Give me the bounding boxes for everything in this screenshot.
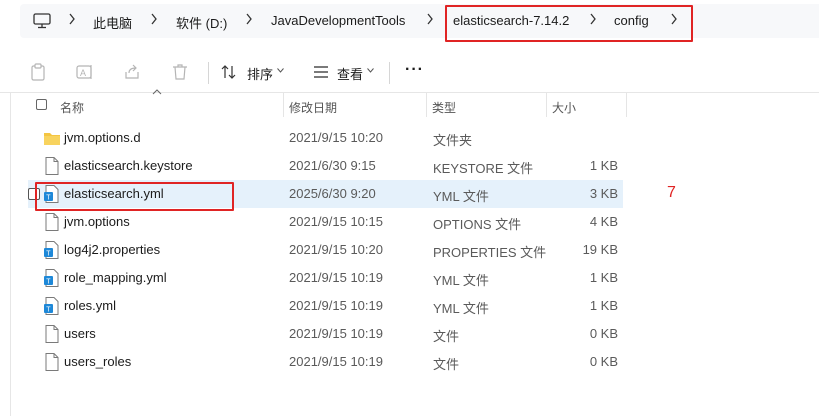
file-modified: 2021/9/15 10:19 [289,326,383,341]
select-all-checkbox[interactable] [36,99,47,110]
file-size: 1 KB [589,158,618,173]
file-icon [45,353,59,371]
view-button[interactable]: 查看 [337,64,363,83]
breadcrumb-drive-d[interactable]: 软件 (D:) [176,13,227,32]
file-size: 3 KB [589,186,618,201]
text-file-icon: T [44,297,59,315]
toolbar-divider [389,62,390,84]
file-modified: 2021/9/15 10:19 [289,270,383,285]
sort-ascending-icon [152,89,162,95]
file-size: 0 KB [589,326,618,341]
address-bar[interactable] [20,4,819,38]
breadcrumb-javadevelopmenttools[interactable]: JavaDevelopmentTools [271,13,405,28]
file-type: YML 文件 [433,301,489,316]
file-row[interactable]: T role_mapping.yml 2021/9/15 10:19 YML 文… [28,264,623,292]
file-row[interactable]: jvm.options.d 2021/9/15 10:20 文件夹 [28,124,623,152]
file-name[interactable]: roles.yml [64,298,116,313]
column-type[interactable]: 类型 [432,99,456,116]
file-row[interactable]: elasticsearch.keystore 2021/6/30 9:15 KE… [28,152,623,180]
column-divider[interactable] [283,93,284,117]
file-row[interactable]: jvm.options 2021/9/15 10:15 OPTIONS 文件 4… [28,208,623,236]
file-name[interactable]: log4j2.properties [64,242,160,257]
file-type: 文件 [433,357,460,372]
file-size: 19 KB [582,242,618,257]
file-name[interactable]: role_mapping.yml [64,270,167,285]
text-file-icon: T [44,241,59,259]
column-divider[interactable] [626,93,627,117]
column-divider[interactable] [426,93,427,117]
column-divider[interactable] [546,93,547,117]
chevron-right-icon[interactable] [68,13,76,25]
file-size: 1 KB [589,270,618,285]
command-bar: A 排序 查看 ··· [0,52,819,92]
paste-icon[interactable] [26,60,50,84]
chevron-right-icon[interactable] [245,13,253,25]
file-type: PROPERTIES 文件 [433,245,547,260]
file-modified: 2021/9/15 10:20 [289,130,383,145]
file-modified: 2021/9/15 10:15 [289,214,383,229]
svg-text:A: A [80,68,86,78]
file-row[interactable]: T roles.yml 2021/9/15 10:19 YML 文件 1 KB [28,292,623,320]
svg-text:T: T [46,251,51,258]
share-icon[interactable] [120,60,144,84]
file-icon [45,325,59,343]
file-name[interactable]: jvm.options [64,214,130,229]
rename-icon[interactable]: A [73,60,97,84]
file-type: 文件 [433,329,460,344]
view-icon[interactable] [310,60,332,84]
chevron-right-icon[interactable] [426,13,434,25]
this-pc-icon[interactable] [33,13,51,29]
file-type: YML 文件 [433,189,489,204]
more-options-button[interactable]: ··· [405,61,424,79]
breadcrumb-this-pc[interactable]: 此电脑 [93,13,132,32]
annotation-number: 7 [667,184,676,201]
file-icon [45,157,59,175]
file-type: OPTIONS 文件 [433,217,522,232]
file-size: 4 KB [589,214,618,229]
column-modified[interactable]: 修改日期 [289,99,337,116]
file-name[interactable]: users [64,326,96,341]
sort-icon[interactable] [219,60,239,84]
file-row[interactable]: users 2021/9/15 10:19 文件 0 KB [28,320,623,348]
file-icon [45,213,59,231]
delete-icon[interactable] [168,60,192,84]
column-name[interactable]: 名称 [60,99,84,116]
column-header: 名称 修改日期 类型 大小 [0,89,640,117]
file-modified: 2021/9/15 10:19 [289,298,383,313]
column-size[interactable]: 大小 [552,99,576,116]
file-name[interactable]: users_roles [64,354,131,369]
file-row[interactable]: T log4j2.properties 2021/9/15 10:20 PROP… [28,236,623,264]
sort-button[interactable]: 排序 [247,64,273,83]
navigation-pane-edge [10,92,11,416]
file-type: KEYSTORE 文件 [433,161,534,176]
file-modified: 2021/9/15 10:20 [289,242,383,257]
file-name[interactable]: jvm.options.d [64,130,141,145]
path-highlight-box [445,5,693,42]
file-highlight-box [35,182,234,211]
file-size: 0 KB [589,354,618,369]
file-type: YML 文件 [433,273,489,288]
chevron-right-icon[interactable] [150,13,158,25]
folder-icon [44,133,60,145]
file-modified: 2021/6/30 9:15 [289,158,376,173]
file-type: 文件夹 [433,133,473,148]
chevron-down-icon[interactable] [277,68,284,73]
toolbar-divider [208,62,209,84]
text-file-icon: T [44,269,59,287]
chevron-down-icon[interactable] [367,68,374,73]
file-modified: 2025/6/30 9:20 [289,186,376,201]
file-name[interactable]: elasticsearch.keystore [64,158,193,173]
file-modified: 2021/9/15 10:19 [289,354,383,369]
svg-text:T: T [46,307,51,314]
svg-text:T: T [46,279,51,286]
file-size: 1 KB [589,298,618,313]
file-row[interactable]: users_roles 2021/9/15 10:19 文件 0 KB [28,348,623,376]
